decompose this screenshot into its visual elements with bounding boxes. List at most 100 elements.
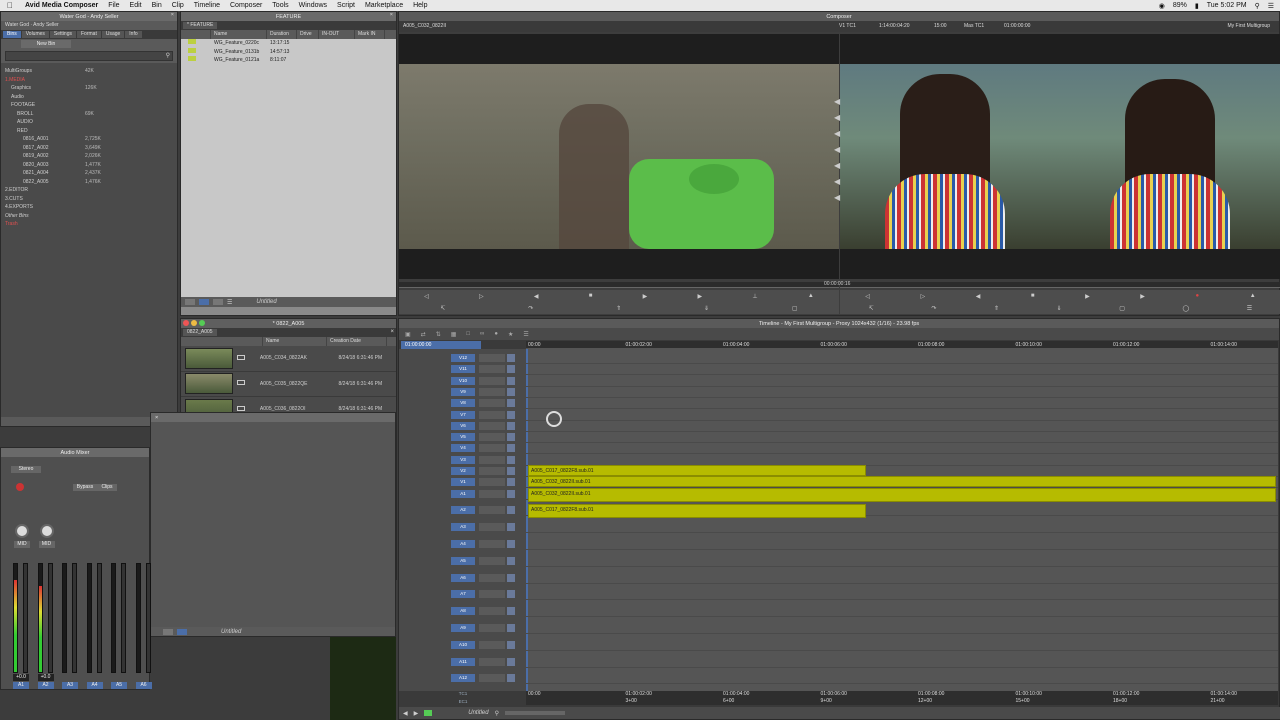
timeline-clip[interactable]: A005_C017_0822F8.sub.01: [528, 465, 866, 476]
track-lock-icon[interactable]: [507, 433, 515, 442]
track-selector[interactable]: V9: [451, 387, 475, 396]
track-selector[interactable]: A8: [451, 607, 475, 616]
track-selector[interactable]: V8: [451, 399, 475, 408]
overwrite-icon[interactable]: ↷: [528, 305, 533, 312]
lift-icon[interactable]: ⇑: [994, 305, 999, 312]
step-forward-icon[interactable]: ▶: [698, 293, 703, 300]
mark-out-icon[interactable]: ▷: [920, 293, 925, 300]
zoom-slider[interactable]: [505, 711, 565, 715]
mark-out-icon[interactable]: ▷: [479, 293, 484, 300]
track-lock-icon[interactable]: [507, 410, 515, 419]
record-icon[interactable]: ●: [1196, 293, 1200, 299]
track-controls[interactable]: [479, 410, 505, 419]
match-frame-icon[interactable]: ▢: [792, 305, 798, 312]
track-lock-icon[interactable]: [507, 444, 515, 453]
track-selector[interactable]: A7: [451, 590, 475, 599]
clock[interactable]: Tue 5:02 PM: [1207, 2, 1247, 9]
zoom-out-icon[interactable]: ◀: [403, 710, 408, 717]
track-lock-icon[interactable]: [507, 556, 515, 565]
stop-icon[interactable]: ■: [1031, 293, 1035, 299]
volume-fader[interactable]: [47, 563, 53, 673]
source-clip-name[interactable]: A005_C032_0822II: [399, 21, 839, 32]
track-controls[interactable]: [479, 455, 505, 464]
volume-fader[interactable]: [96, 563, 102, 673]
zoom-window-icon[interactable]: [199, 320, 205, 326]
track-controls[interactable]: [479, 590, 505, 599]
track-selector[interactable]: A3: [451, 523, 475, 532]
mark-in-icon[interactable]: ◁: [424, 293, 429, 300]
tab-bins[interactable]: Bins: [3, 31, 21, 38]
close-icon[interactable]: ×: [171, 12, 174, 18]
track-selector[interactable]: V12: [451, 354, 475, 362]
menu-composer[interactable]: Composer: [225, 2, 267, 9]
track-controls[interactable]: [479, 376, 505, 385]
menu-list-icon[interactable]: ☰: [1268, 2, 1274, 10]
bin-search-input[interactable]: ⚲: [5, 51, 173, 61]
tab-0822-a005[interactable]: 0822_A005: [183, 329, 217, 336]
col-creation-date[interactable]: Creation Date: [327, 337, 387, 346]
track-controls[interactable]: [479, 624, 505, 632]
link-icon[interactable]: ∞: [480, 331, 484, 337]
track-lock-icon[interactable]: [507, 489, 515, 498]
mark-in-icon[interactable]: ◁: [865, 293, 870, 300]
step-forward-icon[interactable]: ▶: [1140, 293, 1145, 300]
clip-thumbnail[interactable]: [185, 347, 233, 369]
track-controls[interactable]: [479, 365, 505, 374]
menu-marketplace[interactable]: Marketplace: [360, 2, 408, 9]
track-lock-icon[interactable]: [507, 607, 515, 616]
bin-tree-item[interactable]: 0817_A002 3,649K: [5, 144, 177, 153]
tab-feature[interactable]: * FEATURE: [183, 22, 218, 29]
track-controls[interactable]: [479, 506, 505, 515]
fast-menu-icon[interactable]: ☰: [523, 331, 528, 338]
fast-menu-icon[interactable]: ☰: [1247, 305, 1252, 312]
clips-button[interactable]: Clips: [97, 484, 117, 491]
table-row[interactable]: WG_Feature_0220c 13:17:15: [181, 39, 396, 48]
tab-usage[interactable]: Usage: [101, 31, 125, 38]
list-item[interactable]: A005_C035_0822QE 8/24/18 6:31:46 PM: [181, 372, 396, 397]
position-indicator[interactable]: [526, 349, 528, 691]
zoom-in-icon[interactable]: ▶: [414, 710, 419, 717]
menu-file[interactable]: File: [103, 2, 124, 9]
close-icon[interactable]: ×: [390, 12, 393, 18]
col-mark-in[interactable]: Mark IN: [355, 30, 385, 39]
timeline-ruler[interactable]: 00:00 01:00:02:00 01:00:04:00 01:00:06:00 01…: [526, 341, 1278, 349]
bin-tree-item[interactable]: 0819_A002 2,026K: [5, 152, 177, 161]
trim-mode-icon[interactable]: ▦: [451, 331, 457, 338]
step-back-icon[interactable]: ◀: [976, 293, 981, 300]
volume-value[interactable]: +0.0: [37, 674, 54, 681]
track-selector[interactable]: V10: [451, 376, 475, 385]
timeline-tracks-area[interactable]: A005_C017_0822F8.sub.01 A005_C032_0822II.…: [526, 349, 1278, 691]
search-icon[interactable]: ⚲: [495, 710, 499, 717]
view-frame-icon[interactable]: [177, 628, 187, 635]
track-lock-icon[interactable]: [507, 399, 515, 408]
overwrite-icon[interactable]: ↷: [931, 305, 936, 312]
bin-tree-item[interactable]: Trash: [5, 220, 177, 229]
track-controls[interactable]: [479, 657, 505, 666]
clear-marks-icon[interactable]: ⊥: [752, 293, 757, 300]
track-controls[interactable]: [479, 573, 505, 582]
stop-icon[interactable]: ■: [589, 293, 593, 299]
track-selector[interactable]: A6: [451, 573, 475, 582]
bin-tree-item[interactable]: 0816_A001 2,725K: [5, 135, 177, 144]
view-menu-icon[interactable]: ☰: [227, 299, 232, 306]
col-in-out[interactable]: IN-OUT: [319, 30, 355, 39]
timeline-clip[interactable]: A005_C017_0822F8.sub.01: [528, 504, 866, 519]
wifi-icon[interactable]: ◉: [1159, 2, 1165, 10]
lift-icon[interactable]: ⇑: [616, 305, 621, 312]
table-row[interactable]: WG_Feature_0121a 8:11:07: [181, 56, 396, 65]
track-lock-icon[interactable]: [507, 506, 515, 515]
track-lock-icon[interactable]: [507, 523, 515, 532]
search-icon[interactable]: ⚲: [1255, 2, 1260, 10]
track-controls[interactable]: [479, 433, 505, 442]
bin-tree-item[interactable]: 1.MEDIA: [5, 76, 177, 85]
step-back-icon[interactable]: ◀: [534, 293, 539, 300]
channel-label[interactable]: A4: [86, 682, 103, 689]
battery-label[interactable]: 89%: [1173, 2, 1187, 9]
menu-clip[interactable]: Clip: [167, 2, 189, 9]
track-controls[interactable]: [479, 444, 505, 453]
close-icon[interactable]: ×: [155, 415, 158, 421]
table-row[interactable]: WG_Feature_0131b 14:57:13: [181, 47, 396, 57]
track-controls[interactable]: [479, 674, 505, 683]
track-controls[interactable]: [479, 640, 505, 649]
track-selector[interactable]: V2: [451, 467, 475, 475]
